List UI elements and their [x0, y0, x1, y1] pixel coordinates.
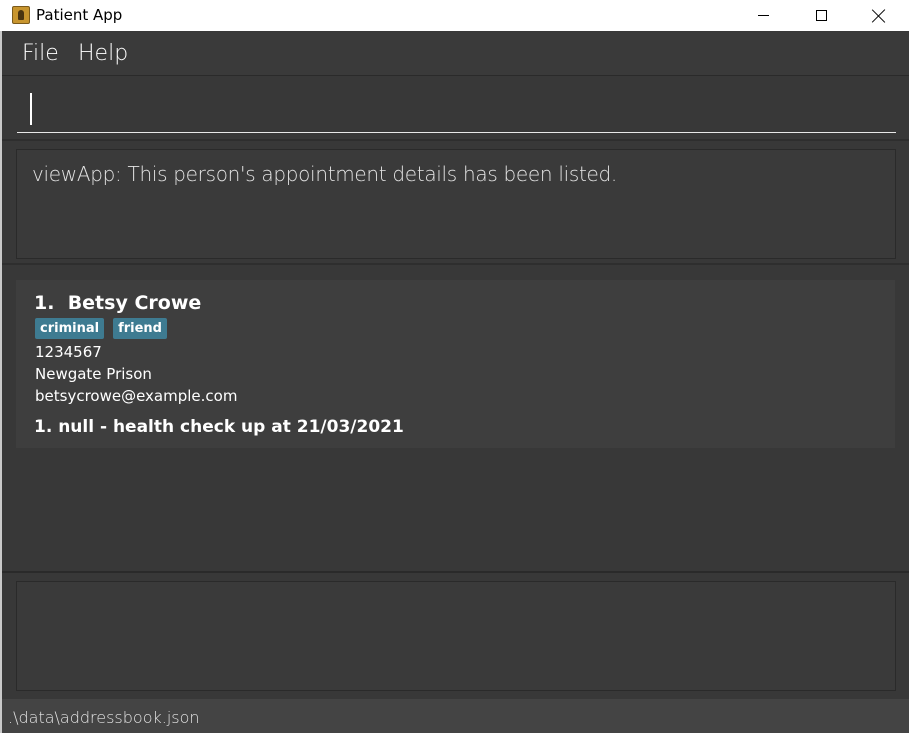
maximize-button[interactable] — [792, 0, 850, 31]
person-address: Newgate Prison — [35, 365, 152, 383]
result-display: viewApp: This person's appointment detai… — [16, 149, 896, 259]
save-file-path: .\data\addressbook.json — [8, 708, 200, 727]
app-icon — [12, 6, 30, 24]
command-box-panel — [2, 77, 909, 141]
app-window: Patient App File Help viewApp: This pers… — [0, 0, 909, 733]
detail-box — [16, 581, 896, 691]
tag-label: friend — [113, 318, 167, 339]
person-index: 1. — [34, 292, 55, 314]
result-message: viewApp: This person's appointment detai… — [32, 162, 617, 186]
person-email: betsycrowe@example.com — [35, 387, 238, 405]
person-name-text: Betsy Crowe — [67, 292, 202, 314]
person-phone: 1234567 — [35, 343, 102, 361]
menu-help[interactable]: Help — [78, 41, 128, 66]
menu-bar: File Help — [2, 32, 909, 76]
status-bar: .\data\addressbook.json — [2, 699, 909, 733]
result-display-panel: viewApp: This person's appointment detai… — [2, 143, 909, 265]
command-input[interactable] — [17, 87, 896, 133]
detail-panel — [2, 575, 909, 699]
close-button[interactable] — [850, 0, 908, 31]
tag-list: criminal friend — [35, 318, 167, 339]
menu-file[interactable]: File — [22, 41, 59, 66]
close-icon — [872, 9, 886, 23]
appointment-item: 1. null - health check up at 21/03/2021 — [34, 417, 404, 437]
person-name: 1. Betsy Crowe — [34, 292, 201, 314]
tag-label: criminal — [35, 318, 105, 339]
text-caret — [30, 93, 32, 125]
person-list-panel[interactable]: 1. Betsy Crowe criminal friend 1234567 N… — [2, 267, 909, 573]
maximize-icon — [815, 10, 827, 21]
person-card[interactable]: 1. Betsy Crowe criminal friend 1234567 N… — [16, 280, 895, 448]
minimize-icon — [757, 15, 769, 16]
window-title: Patient App — [36, 6, 123, 24]
minimize-button[interactable] — [734, 0, 792, 31]
title-bar: Patient App — [0, 0, 909, 31]
